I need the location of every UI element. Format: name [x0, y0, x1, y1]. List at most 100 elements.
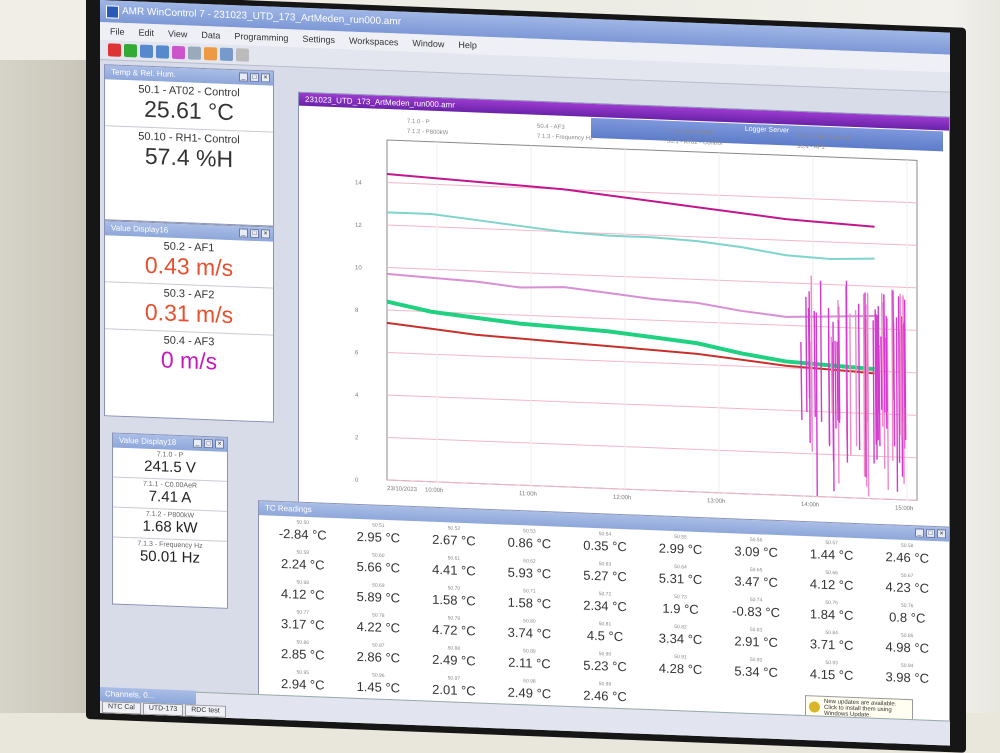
- menu-view[interactable]: View: [168, 29, 187, 40]
- tc-value: 4.12 °C: [794, 576, 870, 594]
- settings-icon[interactable]: [220, 48, 233, 61]
- tc-value: 4.28 °C: [643, 660, 719, 678]
- tc-cell: 50.52 2.67 °C: [416, 524, 492, 557]
- start-icon[interactable]: [124, 44, 137, 57]
- legend-entry: 7.1.2 - P800kW: [407, 129, 449, 137]
- tc-value: 4.98 °C: [869, 639, 945, 657]
- save-icon[interactable]: [156, 45, 169, 58]
- tc-value: 5.31 °C: [643, 570, 719, 588]
- tc-cell: 50.59 2.24 °C: [265, 548, 341, 581]
- open-icon[interactable]: [140, 45, 153, 58]
- tc-cell: 50.75 1.84 °C: [794, 599, 870, 632]
- tc-value: 2.34 °C: [567, 597, 643, 615]
- window-buttons: _ □ ×: [239, 228, 270, 238]
- legend-entry: 7.1.0 - P: [407, 119, 430, 126]
- legend-entry: 50.4 - AF1: [797, 144, 825, 151]
- menu-settings[interactable]: Settings: [302, 34, 335, 45]
- chart-icon[interactable]: [172, 46, 185, 59]
- menu-edit[interactable]: Edit: [139, 27, 155, 38]
- tc-value: 5.27 °C: [567, 567, 643, 585]
- tc-cell: 50.67 4.23 °C: [869, 572, 945, 605]
- close-icon[interactable]: ×: [937, 529, 946, 538]
- close-icon[interactable]: ×: [261, 229, 270, 238]
- value-display18-title: Value Display18: [119, 436, 176, 447]
- menu-file[interactable]: File: [110, 26, 125, 37]
- value-cell: 7.1.3 - Frequency Hz 50.01 Hz: [113, 537, 227, 570]
- airflow-value: 0 m/s: [105, 344, 273, 381]
- temperature-value: 25.61 °C: [105, 94, 273, 131]
- tc-readings-grid: 50.50 -2.84 °C 50.51 2.95 °C 50.52 2.67 °C 50.…: [265, 518, 945, 724]
- tc-value: 2.49 °C: [416, 651, 492, 669]
- maximize-icon[interactable]: □: [250, 229, 259, 238]
- legend-entry: 7.1.3 - Frequency Hz: [537, 134, 593, 142]
- chart-window: 231023_UTD_173_ArtMeden_run000.amr Logge…: [298, 92, 950, 535]
- minimize-icon[interactable]: _: [239, 228, 248, 237]
- table-icon[interactable]: [188, 46, 201, 59]
- y-tick-label: 10: [355, 265, 362, 271]
- tc-cell: 50.62 5.93 °C: [492, 557, 568, 590]
- value-cell: 50.1 - AT02 - Control 25.61 °C: [105, 79, 273, 132]
- tc-cell: 50.68 4.12 °C: [265, 578, 341, 611]
- tc-value: 2.46 °C: [869, 549, 945, 567]
- tc-readings-panel: TC Readings _ □ × 50.50 -2.84 °C 50.51 2.95 °…: [258, 500, 950, 727]
- tc-value: 3.34 °C: [643, 630, 719, 648]
- tc-cell: 50.80 3.74 °C: [492, 617, 568, 650]
- tc-cell: 50.65 3.47 °C: [718, 566, 794, 599]
- tc-value: 3.71 °C: [794, 636, 870, 654]
- y-tick-label: 6: [355, 350, 359, 356]
- tc-value: 3.47 °C: [718, 573, 794, 591]
- menu-programming[interactable]: Programming: [234, 31, 288, 43]
- tc-cell: 50.64 5.31 °C: [643, 563, 719, 596]
- maximize-icon[interactable]: □: [250, 73, 259, 82]
- tc-value: 2.94 °C: [265, 675, 341, 693]
- maximize-icon[interactable]: □: [204, 439, 213, 448]
- tc-cell: 50.88 2.49 °C: [416, 644, 492, 677]
- tc-cell: 50.63 5.27 °C: [567, 560, 643, 593]
- y-tick-label: 12: [355, 223, 362, 229]
- tc-value: -0.83 °C: [718, 603, 794, 621]
- tc-value: 1.84 °C: [794, 606, 870, 624]
- tc-cell: 50.55 2.99 °C: [643, 533, 719, 566]
- stop-icon[interactable]: [108, 43, 121, 56]
- value-cell: 50.10 - RH1- Control 57.4 %H: [105, 126, 273, 178]
- humidity-value: 57.4 %H: [105, 141, 273, 178]
- menu-data[interactable]: Data: [201, 30, 220, 41]
- menu-window[interactable]: Window: [412, 38, 444, 49]
- close-icon[interactable]: ×: [261, 73, 270, 82]
- tc-value: 1.9 °C: [643, 600, 719, 618]
- tc-value: 4.41 °C: [416, 561, 492, 579]
- menu-workspaces[interactable]: Workspaces: [349, 36, 398, 48]
- minimize-icon[interactable]: _: [915, 528, 924, 537]
- print-icon[interactable]: [236, 48, 249, 61]
- value-cell: 7.1.1 - C0.00AeR 7.41 A: [113, 477, 227, 511]
- tc-value: 2.46 °C: [567, 687, 643, 705]
- tc-readings-title: TC Readings: [265, 503, 312, 514]
- update-icon: [809, 701, 820, 712]
- app-icon: [106, 5, 119, 18]
- tc-cell: 50.92 5.34 °C: [718, 656, 794, 689]
- tc-cell: 50.86 2.85 °C: [265, 638, 341, 671]
- temp-hum-title: Temp & Rel. Hum.: [111, 67, 176, 78]
- chart-plot[interactable]: 7.1.0 - P 50.4 - AF3 7.1.1 - C0.00AeR 50.10…: [299, 107, 949, 534]
- value-cell: 7.1.2 - P800kW 1.68 kW: [113, 507, 227, 541]
- legend-entry: 50.4 - AF3: [537, 124, 565, 131]
- menu-help[interactable]: Help: [458, 40, 477, 51]
- tc-value: 0.8 °C: [869, 609, 945, 627]
- maximize-icon[interactable]: □: [926, 529, 935, 538]
- value-display18-panel: Value Display18 _ □ × 7.1.0 - P 241.5 V 7.1…: [112, 432, 228, 608]
- tab-utd-173[interactable]: UTD-173: [143, 703, 183, 717]
- tc-value: 2.24 °C: [265, 555, 341, 573]
- value-display16-title: Value Display16: [111, 223, 168, 234]
- tc-value: 5.89 °C: [341, 588, 417, 606]
- alarm-icon[interactable]: [204, 47, 217, 60]
- tc-cell: 50.51 2.95 °C: [341, 521, 417, 554]
- tc-value: 1.58 °C: [492, 594, 568, 612]
- temp-hum-panel: Temp & Rel. Hum. _ □ × 50.1 - AT02 - Contr…: [104, 64, 274, 227]
- close-icon[interactable]: ×: [215, 439, 224, 448]
- legend-entry: 7.1.1 - C0.00AeR: [667, 129, 714, 137]
- tab-rdc-test[interactable]: RDC test: [185, 704, 225, 718]
- minimize-icon[interactable]: _: [239, 72, 248, 81]
- tc-cell: 50.90 5.23 °C: [567, 650, 643, 683]
- minimize-icon[interactable]: _: [193, 439, 202, 448]
- tc-value: 2.95 °C: [341, 528, 417, 546]
